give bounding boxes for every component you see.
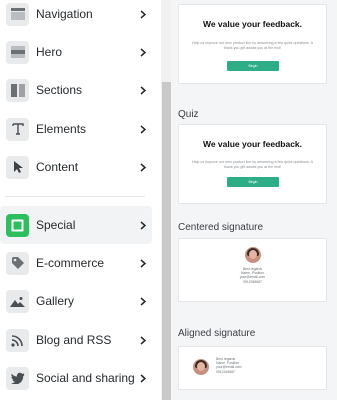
- signature-text: Best regards Name, Position your@email.c…: [216, 357, 242, 374]
- begin-button: Begin: [227, 61, 279, 71]
- menu-label: Hero: [36, 45, 63, 59]
- menu-label: Elements: [36, 122, 87, 136]
- menu-label: Special: [36, 218, 76, 232]
- chevron-right-icon: [138, 85, 148, 95]
- menu-item-hero[interactable]: Hero: [0, 33, 152, 71]
- twitter-icon: [6, 366, 29, 390]
- section-title-centered-signature: Centered signature: [178, 222, 264, 233]
- hero-icon: [6, 40, 29, 64]
- menu-item-e-commerce[interactable]: E-commerce: [0, 244, 152, 282]
- chevron-right-icon: [138, 124, 148, 134]
- navigation-icon: [6, 2, 29, 26]
- card-heading: We value your feedback.: [202, 139, 303, 149]
- menu-label: E-commerce: [36, 256, 105, 270]
- avatar: [193, 359, 209, 375]
- tag-icon: [6, 251, 29, 275]
- signature-line: your@email.com: [216, 365, 242, 370]
- begin-button: Begin: [227, 177, 279, 187]
- card-text: Help us improve our new product line by …: [191, 41, 314, 50]
- chevron-right-icon: [138, 47, 148, 57]
- quiz-block-preview[interactable]: We value your feedback. Help us improve …: [178, 124, 327, 204]
- menu-item-content[interactable]: Content: [0, 148, 152, 186]
- menu-item-gallery[interactable]: Gallery: [0, 282, 152, 320]
- chevron-right-icon: [138, 9, 148, 19]
- section-title-aligned-signature: Aligned signature: [178, 328, 256, 339]
- signature-text: Best regards Name, Position your@email.c…: [179, 267, 326, 284]
- feedback-block-preview[interactable]: We value your feedback. Help us improve …: [178, 4, 327, 84]
- rss-icon: [6, 328, 29, 352]
- menu-divider: [5, 196, 145, 197]
- sections-icon: [6, 78, 29, 102]
- chevron-right-icon: [138, 258, 148, 268]
- cursor-icon: [6, 155, 29, 179]
- chevron-right-icon: [138, 373, 148, 383]
- signature-line: 0912345687: [216, 369, 235, 374]
- menu-label: Content: [36, 160, 79, 174]
- menu-label: Social and sharing: [36, 371, 135, 385]
- menu-label: Blog and RSS: [36, 333, 112, 347]
- special-icon: [6, 213, 29, 237]
- menu-label: Gallery: [36, 294, 75, 308]
- chevron-right-icon: [138, 162, 148, 172]
- centered-signature-preview[interactable]: Best regards Name, Position your@email.c…: [178, 238, 327, 302]
- image-icon: [6, 289, 29, 313]
- text-t-icon: [6, 117, 29, 141]
- chevron-right-icon: [138, 220, 148, 230]
- menu-item-navigation[interactable]: Navigation: [0, 0, 152, 33]
- signature-line: 0912345687: [243, 279, 262, 284]
- block-category-menu: Navigation Hero Sections Elements Conten…: [0, 0, 161, 400]
- section-title-quiz: Quiz: [178, 109, 199, 120]
- menu-item-elements[interactable]: Elements: [0, 110, 152, 148]
- menu-item-special[interactable]: Special: [0, 206, 152, 244]
- menu-scrollbar-thumb[interactable]: [162, 82, 171, 400]
- chevron-right-icon: [138, 296, 148, 306]
- chevron-right-icon: [138, 335, 148, 345]
- avatar: [245, 247, 261, 263]
- menu-item-blog-rss[interactable]: Blog and RSS: [0, 321, 152, 359]
- menu-item-social-sharing[interactable]: Social and sharing: [0, 359, 152, 397]
- card-text: Help us improve our new product line by …: [191, 160, 314, 169]
- menu-item-sections[interactable]: Sections: [0, 71, 152, 109]
- menu-label: Sections: [36, 83, 83, 97]
- card-heading: We value your feedback.: [202, 19, 303, 29]
- aligned-signature-preview[interactable]: Best regards Name, Position your@email.c…: [178, 346, 327, 390]
- menu-label: Navigation: [36, 7, 93, 21]
